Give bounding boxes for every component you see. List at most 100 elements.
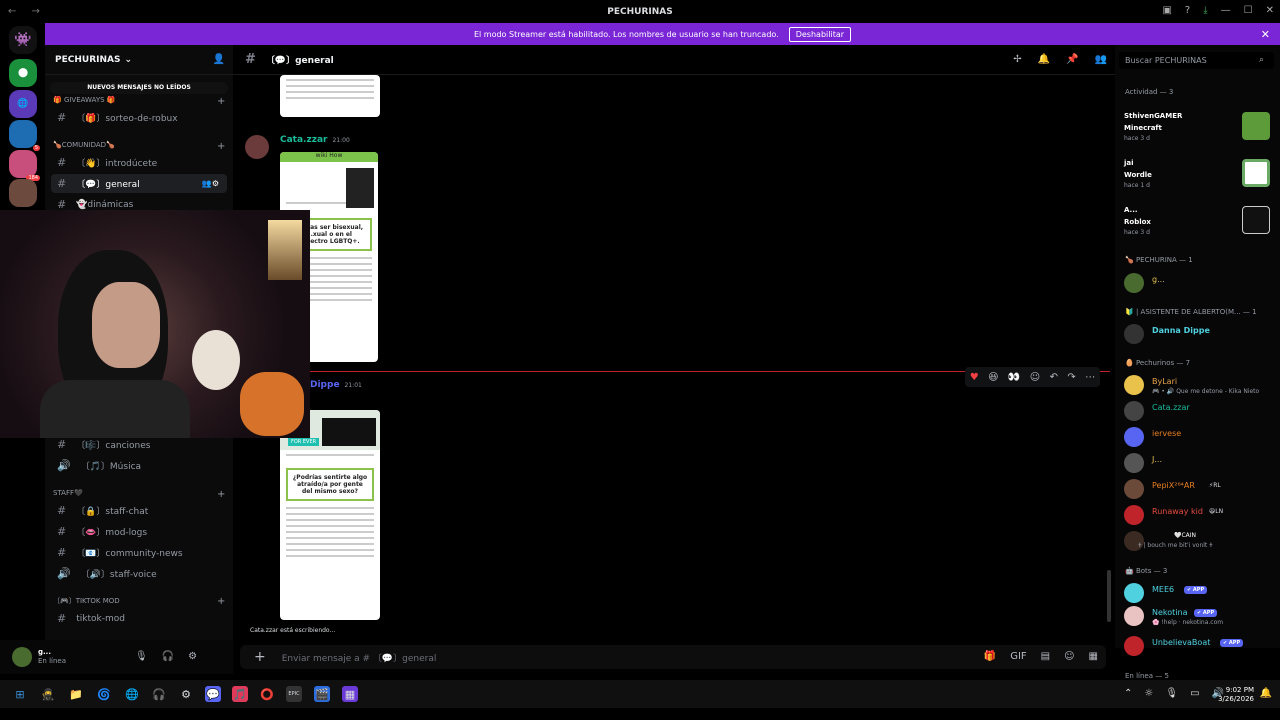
- server-icon-1[interactable]: ⬤: [9, 59, 37, 87]
- member-item[interactable]: MEE6 ✔ APP: [1124, 581, 1274, 605]
- category-giveaways[interactable]: 🎁 GIVEAWAYS 🎁 +: [53, 96, 225, 107]
- message-author[interactable]: Dippe 21:01: [310, 380, 362, 390]
- member-item[interactable]: Cata.zzar: [1124, 399, 1274, 423]
- more-icon[interactable]: ⋯: [1085, 372, 1095, 383]
- notification-icon[interactable]: 🔔: [1260, 688, 1272, 699]
- clock[interactable]: 9:02 PM 3/26/2026: [1218, 686, 1254, 704]
- message-image[interactable]: FOR EVER ¿Podrías sentirte algo atraído/…: [280, 410, 380, 620]
- channel-musica[interactable]: 🔊 〔🎵〕Música: [51, 456, 227, 475]
- download-icon[interactable]: ⤓: [1203, 5, 1207, 16]
- app-icon[interactable]: 🎬: [314, 686, 330, 702]
- gift-icon[interactable]: 🎁: [984, 651, 996, 662]
- emoji-icon[interactable]: ☺: [1030, 372, 1040, 383]
- spotify-icon[interactable]: 🎧: [151, 686, 167, 702]
- user-status: En línea: [38, 657, 67, 665]
- app-icon[interactable]: 🌀: [96, 686, 112, 702]
- banner-close-icon[interactable]: ✕: [1261, 28, 1270, 41]
- channel-community-news[interactable]: # 〔📧〕community-news: [51, 543, 227, 562]
- unread-messages-pill[interactable]: NUEVOS MENSAJES NO LEÍDOS: [50, 82, 228, 94]
- members-icon[interactable]: 👥: [1095, 54, 1107, 65]
- webcam-overlay: [0, 210, 310, 438]
- discord-icon[interactable]: 💬: [205, 686, 221, 702]
- message-composer[interactable]: + Enviar mensaje a # 〔💬〕general 🎁 GIF ▤ …: [240, 645, 1106, 669]
- server-icon-2[interactable]: 🌐: [9, 90, 37, 118]
- member-item[interactable]: J...: [1124, 451, 1274, 475]
- threads-icon[interactable]: ✢: [1013, 54, 1021, 65]
- forward-icon[interactable]: ↷: [1067, 372, 1075, 383]
- member-item[interactable]: Runaway kid 😆LN: [1124, 503, 1274, 527]
- channel-header: # 〔💬〕general ✢ 🔔 📌 👥: [233, 45, 1115, 75]
- apps-icon[interactable]: ▦: [1089, 651, 1098, 662]
- server-icon-3[interactable]: 5: [9, 120, 40, 151]
- member-item[interactable]: g...: [1124, 271, 1274, 295]
- brightness-icon[interactable]: ☼: [1144, 688, 1153, 699]
- channel-general[interactable]: # 〔💬〕general 👥⚙: [51, 174, 227, 193]
- tiktok-icon[interactable]: 🎵: [232, 686, 248, 702]
- sticker-icon[interactable]: ▤: [1041, 651, 1050, 662]
- add-attachment-icon[interactable]: +: [254, 649, 266, 665]
- add-friend-icon[interactable]: 👤: [213, 54, 225, 65]
- disable-streamer-button[interactable]: Deshabilitar: [788, 26, 852, 42]
- chrome-icon[interactable]: 🌐: [124, 686, 140, 702]
- close-icon[interactable]: ✕: [1266, 5, 1274, 16]
- app-icon[interactable]: ⚙: [178, 686, 194, 702]
- maximize-icon[interactable]: ☐: [1244, 5, 1253, 16]
- activity-card[interactable]: SthivenGAMER Minecraft hace 3 d: [1124, 112, 1274, 152]
- activity-card[interactable]: jai Wordle hace 1 d: [1124, 159, 1274, 199]
- member-item[interactable]: Danna Dippe: [1124, 322, 1274, 346]
- member-item[interactable]: ByLari 🎮 • 🔊 Que me detone - Kika Nieto: [1124, 373, 1274, 397]
- category-staff[interactable]: STAFF🖤 +: [53, 489, 225, 500]
- gif-icon[interactable]: GIF: [1010, 651, 1026, 662]
- member-item[interactable]: 🤍CAIN 🕇 | bouch me bit'i vonlt 🕇: [1124, 529, 1274, 553]
- bell-icon[interactable]: 🔔: [1038, 54, 1050, 65]
- category-tiktok-mod[interactable]: 〔🎮〕TIKTOK MOD +: [53, 596, 225, 607]
- channel-staff-voice[interactable]: 🔊 〔🔊〕staff-voice: [51, 564, 227, 583]
- obs-icon[interactable]: ⭕: [259, 686, 275, 702]
- channel-tiktok-mod[interactable]: # tiktok-mod: [51, 609, 227, 628]
- epic-icon[interactable]: EPIC: [286, 686, 302, 702]
- window-title: PECHURINAS: [607, 7, 673, 17]
- help-icon[interactable]: ?: [1185, 5, 1190, 16]
- inbox-icon[interactable]: ▣: [1162, 5, 1171, 16]
- gear-icon[interactable]: ⚙: [188, 651, 197, 662]
- category-comunidad[interactable]: 🍗COMUNIDAD🍗 +: [53, 141, 225, 152]
- server-header[interactable]: PECHURINAS ⌄ 👤: [45, 45, 233, 75]
- window-controls: ▣ ? ⤓ — ☐ ✕: [1162, 5, 1274, 16]
- channel-staff-chat[interactable]: # 〔🔒〕staff-chat: [51, 501, 227, 520]
- avatar[interactable]: [12, 647, 32, 667]
- minimize-icon[interactable]: —: [1221, 5, 1231, 16]
- server-name: PECHURINAS: [55, 54, 121, 65]
- discord-home-icon[interactable]: 👾: [9, 26, 37, 54]
- channel-sorteo-de-robux[interactable]: # 〔🎁〕sorteo-de-robux: [51, 108, 227, 127]
- emoji-icon[interactable]: ☺: [1064, 651, 1074, 662]
- heart-icon[interactable]: ♥: [970, 372, 979, 383]
- channel-mod-logs[interactable]: # 〔👄〕mod-logs: [51, 522, 227, 541]
- wifi-icon[interactable]: ▭: [1190, 688, 1199, 699]
- headset-icon[interactable]: 🎧: [162, 651, 174, 662]
- message-author[interactable]: Cata.zzar 21:00: [280, 135, 350, 145]
- laugh-icon[interactable]: 😆: [988, 372, 998, 383]
- group-title: 🍗 PECHURINA — 1: [1125, 256, 1193, 264]
- mic-icon[interactable]: 🎙: [135, 651, 148, 662]
- scrollbar[interactable]: [1107, 570, 1111, 622]
- server-icon-5[interactable]: [9, 179, 37, 207]
- member-item[interactable]: iervese: [1124, 425, 1274, 449]
- channel-introducete[interactable]: # 〔👋〕introdúcete: [51, 153, 227, 172]
- pin-icon[interactable]: 📌: [1066, 54, 1078, 65]
- server-icon-4[interactable]: 184: [9, 150, 40, 181]
- app-icon[interactable]: ▦: [342, 686, 358, 702]
- member-item[interactable]: Nekotina ✔ APP 🌸 !help · nekotina.com: [1124, 604, 1274, 628]
- member-item[interactable]: UnbelievaBoat ✔ APP: [1124, 634, 1274, 658]
- mic-icon[interactable]: 🎙: [1165, 688, 1178, 699]
- member-item[interactable]: PepiX²⁶⁴AR ⚡RL: [1124, 477, 1274, 501]
- reply-icon[interactable]: ↶: [1050, 372, 1058, 383]
- app-icon[interactable]: 🥷: [40, 686, 56, 702]
- eyes-icon[interactable]: 👀: [1008, 372, 1020, 383]
- message-image[interactable]: [280, 75, 380, 117]
- start-icon[interactable]: ⊞: [12, 686, 28, 702]
- search-input[interactable]: Buscar PECHURINAS: [1119, 52, 1274, 69]
- activity-card[interactable]: A... Roblox hace 3 d: [1124, 206, 1274, 246]
- avatar[interactable]: [245, 135, 269, 159]
- folder-icon[interactable]: 📁: [68, 686, 84, 702]
- chevron-up-icon[interactable]: ⌃: [1124, 688, 1132, 699]
